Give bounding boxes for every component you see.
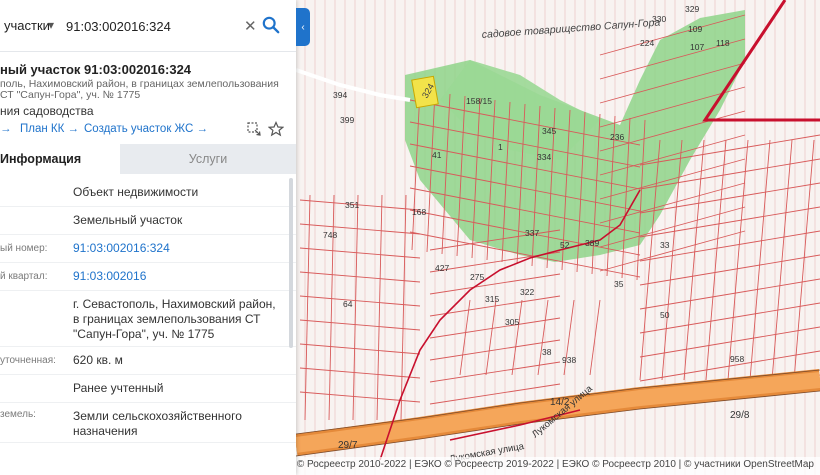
parcel-number: 329 xyxy=(685,4,699,14)
parcel-number: 236 xyxy=(610,132,624,142)
card-address: поль, Нахимовский район, в границах земл… xyxy=(0,78,279,101)
road-label-5: 29/7 xyxy=(338,440,358,451)
info-value: г. Севастополь, Нахимовский район, в гра… xyxy=(73,297,276,341)
road-label-4: 29/8 xyxy=(730,410,750,421)
parcel-number: 394 xyxy=(333,90,347,100)
parcel-number: 938 xyxy=(562,355,576,365)
info-value: Земельный участок xyxy=(73,213,183,227)
info-value-link[interactable]: 91:03:002016 xyxy=(73,269,285,284)
parcel-number: 351 xyxy=(345,200,359,210)
parcel-number: 109 xyxy=(688,24,702,34)
info-value-link[interactable]: 91:03:002016:324 xyxy=(73,241,285,256)
info-label: ый номер: xyxy=(0,243,48,254)
parcel-number: 399 xyxy=(340,115,354,125)
card-title: ный участок 91:03:002016:324 xyxy=(0,62,192,77)
parcel-number: 107 xyxy=(690,42,704,52)
parcel-number: 334 xyxy=(537,152,551,162)
parcel-number: 41 xyxy=(432,150,442,160)
search-bar: участки ▾ ✕ xyxy=(0,0,296,52)
search-type-selector[interactable]: участки xyxy=(4,18,50,33)
star-icon[interactable] xyxy=(268,121,284,137)
close-icon[interactable]: ✕ xyxy=(244,17,257,35)
info-label: уточненная: xyxy=(0,355,56,366)
scrollbar[interactable] xyxy=(289,178,293,348)
tab-services[interactable]: Услуги xyxy=(120,144,296,174)
map-attribution: ПКК © Росреестр 2010-2022 | ЕЭКО © Росре… xyxy=(269,457,820,475)
info-row: Земельный участок xyxy=(0,207,296,235)
info-sidebar: участки ▾ ✕ ный участок 91:03:002016:324… xyxy=(0,0,296,475)
info-value: Ранее учтенный xyxy=(73,381,164,395)
chevron-down-icon[interactable]: ▾ xyxy=(48,18,54,32)
info-row: ый номер: 91:03:002016:324 xyxy=(0,235,296,263)
info-row: й квартал: 91:03:002016 xyxy=(0,263,296,291)
parcel-number: 389 xyxy=(585,238,599,248)
collapse-sidebar-button[interactable]: ‹ xyxy=(296,8,310,46)
parcel-number: 275 xyxy=(470,272,484,282)
tab-info[interactable]: Информация xyxy=(0,144,120,174)
info-value: 620 кв. м xyxy=(73,353,123,367)
info-row: уточненная: 620 кв. м xyxy=(0,347,296,375)
parcel-number: 748 xyxy=(323,230,337,240)
create-zhs-link[interactable]: Создать участок ЖС → xyxy=(84,123,208,135)
info-value: Объект недвижимости xyxy=(73,185,199,199)
info-value: Земли сельскохозяйственного назначения xyxy=(73,409,242,438)
info-row: земель: Земли сельскохозяйственного назна… xyxy=(0,403,296,443)
plan-kk-link[interactable]: План КК → xyxy=(20,123,79,135)
info-row: Объект недвижимости xyxy=(0,179,296,207)
parcel-number: 33 xyxy=(660,240,670,250)
parcel-number: 1 xyxy=(498,142,503,152)
parcel-number: 305 xyxy=(505,317,519,327)
parcel-number: 168 xyxy=(412,207,426,217)
parcel-number: 64 xyxy=(343,299,353,309)
parcel-number: 345 xyxy=(542,126,556,136)
action-link-first[interactable]: → xyxy=(0,123,12,135)
parcel-number: 330 xyxy=(652,14,666,24)
info-label: й квартал: xyxy=(0,271,48,282)
action-row: → План КК → Создать участок ЖС → xyxy=(0,121,296,139)
parcel-number: 224 xyxy=(640,38,654,48)
parcel-number: 958 xyxy=(730,354,744,364)
parcel-number: 118 xyxy=(716,38,730,48)
search-icon[interactable] xyxy=(262,15,280,35)
parcel-number: 158/15 xyxy=(466,96,492,106)
selected-parcel[interactable]: 324 xyxy=(411,75,439,109)
info-label: земель: xyxy=(0,409,36,420)
parcel-number: 50 xyxy=(660,310,670,320)
info-row: г. Севастополь, Нахимовский район, в гра… xyxy=(0,291,296,347)
parcel-number: 52 xyxy=(560,240,570,250)
parcel-number: 315 xyxy=(485,294,499,304)
parcel-number: 38 xyxy=(542,347,552,357)
parcel-number: 337 xyxy=(525,228,539,238)
parcel-number: 322 xyxy=(520,287,534,297)
chevron-left-icon: ‹ xyxy=(301,21,305,33)
info-row: Ранее учтенный xyxy=(0,375,296,403)
parcel-number: 427 xyxy=(435,263,449,273)
select-area-icon[interactable] xyxy=(246,121,262,137)
parcel-number: 35 xyxy=(614,279,624,289)
search-input[interactable] xyxy=(66,10,252,42)
tab-bar: Информация Услуги xyxy=(0,144,296,174)
card-usage: ния садоводства xyxy=(0,104,94,118)
